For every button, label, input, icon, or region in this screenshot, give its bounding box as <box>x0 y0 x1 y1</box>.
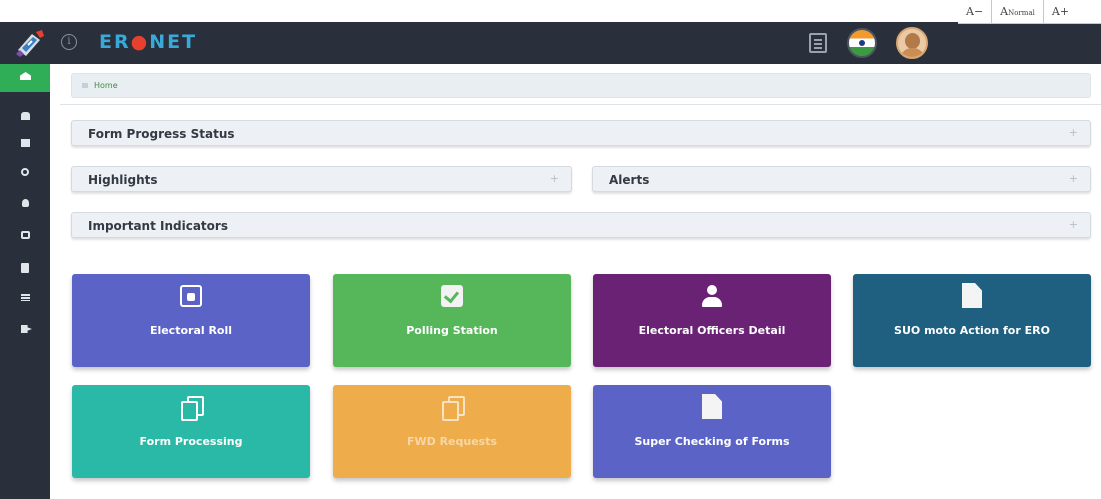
breadcrumb: Home <box>71 73 1091 98</box>
inbox-icon <box>21 139 30 147</box>
sidebar-item-list[interactable] <box>0 286 50 312</box>
india-flag-icon[interactable] <box>847 28 877 58</box>
users-icon <box>21 112 30 120</box>
alerts-panel[interactable]: Alerts + <box>592 166 1091 192</box>
sidebar-item-search[interactable] <box>0 160 50 186</box>
expand-icon[interactable]: + <box>550 172 559 185</box>
panel-title: Important Indicators <box>88 219 228 233</box>
suo-moto-tile[interactable]: SUO moto Action for ERO <box>853 274 1091 367</box>
breadcrumb-home-link[interactable]: Home <box>94 81 118 90</box>
tile-label: Form Processing <box>139 435 243 448</box>
tile-label: SUO moto Action for ERO <box>894 324 1050 337</box>
electoral-roll-tile[interactable]: Electoral Roll <box>72 274 310 367</box>
tile-label: Electoral Officers Detail <box>638 324 786 337</box>
form-processing-tile[interactable]: Form Processing <box>72 385 310 478</box>
list-icon <box>21 294 30 301</box>
copy-icon <box>21 231 30 239</box>
expand-icon[interactable]: + <box>1069 126 1078 139</box>
sidebar-item-inbox[interactable] <box>0 131 50 157</box>
sidebar-item-user[interactable] <box>0 191 50 217</box>
checkbox-icon <box>441 285 463 307</box>
file-icon <box>702 394 722 419</box>
fwd-requests-tile[interactable]: FWD Requests <box>333 385 571 478</box>
avatar[interactable] <box>896 27 928 59</box>
brand-dot-icon: ● <box>130 31 150 53</box>
tile-label: Super Checking of Forms <box>634 435 790 448</box>
panel-title: Highlights <box>88 173 158 187</box>
election-ink-logo-icon[interactable] <box>14 28 46 58</box>
breadcrumb-home-icon[interactable] <box>82 83 88 88</box>
id-badge-icon <box>180 285 202 307</box>
font-size-controls: A− ANormal A+ <box>958 0 1101 24</box>
electoral-officers-tile[interactable]: Electoral Officers Detail <box>593 274 831 367</box>
eronet-dashboard: i ER●NET A− ANormal A+ Home Form Progres… <box>0 0 1101 499</box>
info-icon[interactable]: i <box>61 34 77 50</box>
tile-label: Electoral Roll <box>149 324 233 337</box>
important-indicators-panel[interactable]: Important Indicators + <box>71 212 1091 238</box>
panel-title: Alerts <box>609 173 650 187</box>
calculator-icon <box>21 263 29 273</box>
sidebar-item-users[interactable] <box>0 104 50 130</box>
font-increase-button[interactable]: A+ <box>1044 0 1077 23</box>
font-normal-button[interactable]: ANormal <box>992 0 1044 23</box>
tile-label: Polling Station <box>406 324 498 337</box>
expand-icon[interactable]: + <box>1069 172 1078 185</box>
form-progress-panel[interactable]: Form Progress Status + <box>71 120 1091 146</box>
expand-icon[interactable]: + <box>1069 218 1078 231</box>
font-decrease-button[interactable]: A− <box>958 0 993 23</box>
panel-title: Form Progress Status <box>88 127 235 141</box>
home-icon <box>20 72 31 80</box>
sidebar <box>0 64 50 499</box>
polling-station-tile[interactable]: Polling Station <box>333 274 571 367</box>
copy-icon <box>441 396 465 421</box>
sidebar-item-copy[interactable] <box>0 223 50 249</box>
sidebar-item-logout[interactable] <box>0 317 50 343</box>
brand-logo-text[interactable]: ER●NET <box>99 31 197 53</box>
search-icon <box>21 168 29 176</box>
logout-icon <box>21 325 32 333</box>
user-icon <box>22 199 29 207</box>
person-icon <box>701 285 723 307</box>
notepad-icon[interactable] <box>809 33 827 53</box>
sidebar-item-home[interactable] <box>0 64 50 92</box>
super-checking-tile[interactable]: Super Checking of Forms <box>593 385 831 478</box>
highlights-panel[interactable]: Highlights + <box>71 166 572 192</box>
copy-icon <box>180 396 204 421</box>
tile-label: FWD Requests <box>406 435 498 448</box>
top-navbar: i ER●NET <box>0 22 1101 64</box>
file-icon <box>962 283 982 308</box>
sidebar-item-calculator[interactable] <box>0 256 50 282</box>
content-divider <box>60 104 1101 105</box>
